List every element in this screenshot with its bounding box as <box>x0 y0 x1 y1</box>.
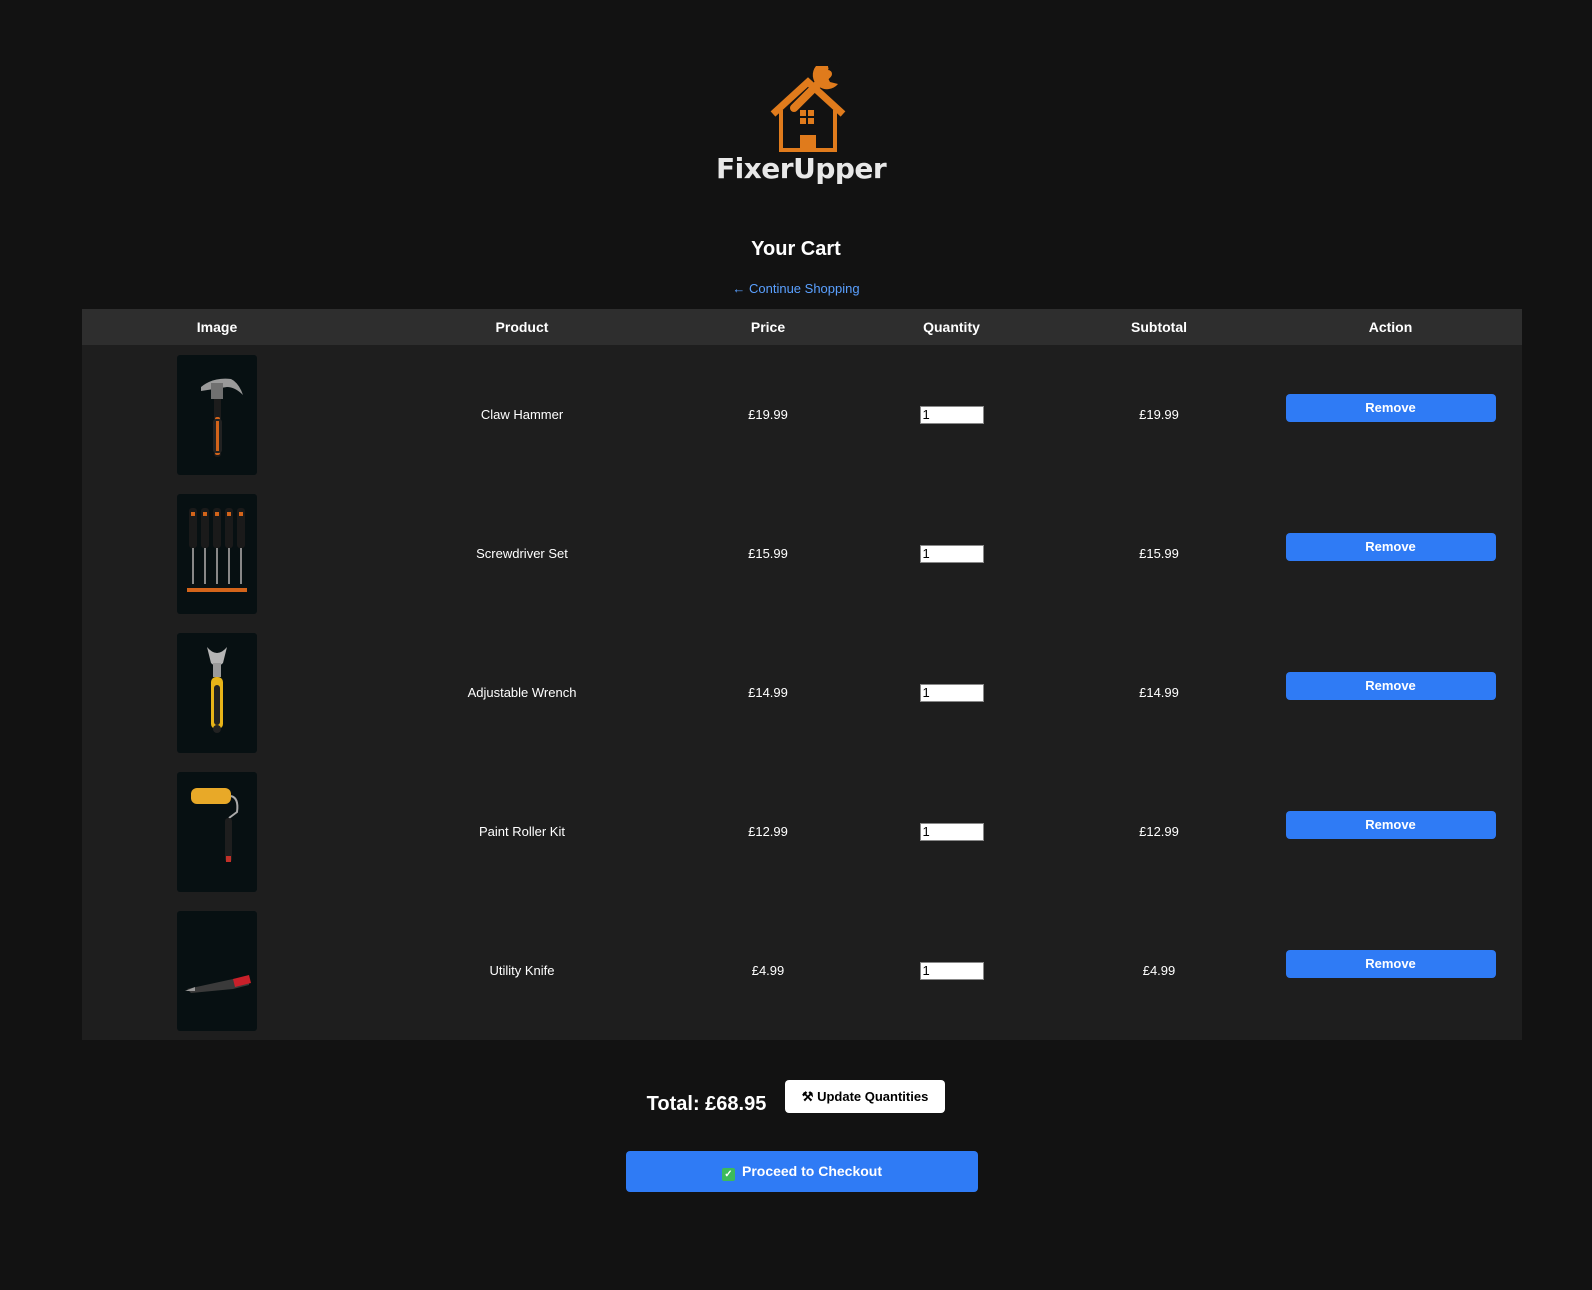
product-price: £15.99 <box>748 546 788 561</box>
quantity-cell <box>844 762 1059 901</box>
quantity-input[interactable] <box>919 822 984 841</box>
house-wrench-logo-icon <box>770 60 846 152</box>
table-header-row: Image Product Price Quantity Subtotal Ac… <box>82 309 1522 345</box>
table-row: Adjustable Wrench £14.99 £14.99 Remove <box>82 623 1522 762</box>
cart-page: FixerUpper Your Cart ← Continue Shopping… <box>0 0 1592 1290</box>
header-product: Product <box>495 319 549 335</box>
page-title: Your Cart <box>751 238 841 260</box>
product-price: £14.99 <box>748 685 788 700</box>
image-cell <box>82 901 352 1040</box>
action-cell: Remove <box>1259 345 1522 484</box>
action-cell: Remove <box>1259 623 1522 762</box>
update-quantities-button[interactable]: ⚒ Update Quantities <box>784 1080 946 1113</box>
check-mark-icon: ✓ <box>721 1167 735 1181</box>
product-price: £19.99 <box>748 407 788 422</box>
table-row: Paint Roller Kit £12.99 £12.99 Remove <box>82 762 1522 901</box>
quantity-input[interactable] <box>919 961 984 980</box>
action-cell: Remove <box>1259 762 1522 901</box>
header-action: Action <box>1368 319 1413 335</box>
remove-button[interactable]: Remove <box>1285 949 1496 978</box>
update-quantities-label: Update Quantities <box>817 1088 929 1104</box>
product-name: Screwdriver Set <box>476 546 568 561</box>
action-cell: Remove <box>1259 484 1522 623</box>
product-price: £12.99 <box>748 824 788 839</box>
checkout-label: Proceed to Checkout <box>741 1162 883 1179</box>
product-subtotal: £19.99 <box>1139 407 1179 422</box>
header-price: Price <box>750 319 786 335</box>
quantity-input[interactable] <box>919 544 984 563</box>
product-name: Paint Roller Kit <box>479 824 565 839</box>
quantity-input[interactable] <box>919 405 984 424</box>
image-cell <box>82 623 352 762</box>
fixerupper-logo[interactable]: FixerUpper <box>716 52 887 192</box>
quantity-cell <box>844 345 1059 484</box>
header-image: Image <box>196 319 238 335</box>
product-subtotal: £4.99 <box>1142 963 1176 978</box>
remove-button[interactable]: Remove <box>1285 532 1496 561</box>
continue-shopping-row: ← Continue Shopping <box>0 281 1592 296</box>
quantity-input[interactable] <box>919 683 984 702</box>
claw-hammer-image <box>177 354 257 475</box>
remove-button[interactable]: Remove <box>1285 810 1496 839</box>
cart-summary: Total: £68.95 ⚒ Update Quantities <box>0 1080 1592 1115</box>
cart-total: Total: £68.95 <box>646 1093 767 1115</box>
utility-knife-image <box>177 910 257 1031</box>
quantity-cell <box>844 623 1059 762</box>
brand-name: FixerUpper <box>716 152 887 185</box>
paint-roller-image <box>177 771 257 892</box>
product-subtotal: £12.99 <box>1139 824 1179 839</box>
product-name: Claw Hammer <box>480 407 564 422</box>
cart-table: Image Product Price Quantity Subtotal Ac… <box>82 309 1522 1040</box>
product-name: Adjustable Wrench <box>467 685 577 700</box>
hammer-wrench-icon: ⚒ <box>801 1088 814 1104</box>
screwdriver-set-image <box>177 493 257 614</box>
continue-shopping-link[interactable]: ← Continue Shopping <box>732 281 859 296</box>
image-cell <box>82 484 352 623</box>
adjustable-wrench-image <box>177 632 257 753</box>
product-name: Utility Knife <box>489 963 555 978</box>
header-subtotal: Subtotal <box>1131 319 1187 335</box>
quantity-cell <box>844 484 1059 623</box>
header-quantity: Quantity <box>923 319 980 335</box>
proceed-to-checkout-button[interactable]: ✓ Proceed to Checkout <box>626 1151 978 1192</box>
remove-button[interactable]: Remove <box>1285 671 1496 700</box>
table-row: Claw Hammer £19.99 £19.99 Remove <box>82 345 1522 484</box>
action-cell: Remove <box>1259 901 1522 1040</box>
image-cell <box>82 345 352 484</box>
product-subtotal: £15.99 <box>1139 546 1179 561</box>
image-cell <box>82 762 352 901</box>
product-price: £4.99 <box>751 963 785 978</box>
table-row: Screwdriver Set £15.99 £15.99 Remove <box>82 484 1522 623</box>
remove-button[interactable]: Remove <box>1285 393 1496 422</box>
table-row: Utility Knife £4.99 £4.99 Remove <box>82 901 1522 1040</box>
cart-table-container: Image Product Price Quantity Subtotal Ac… <box>82 309 1522 1040</box>
quantity-cell <box>844 901 1059 1040</box>
product-subtotal: £14.99 <box>1139 685 1179 700</box>
